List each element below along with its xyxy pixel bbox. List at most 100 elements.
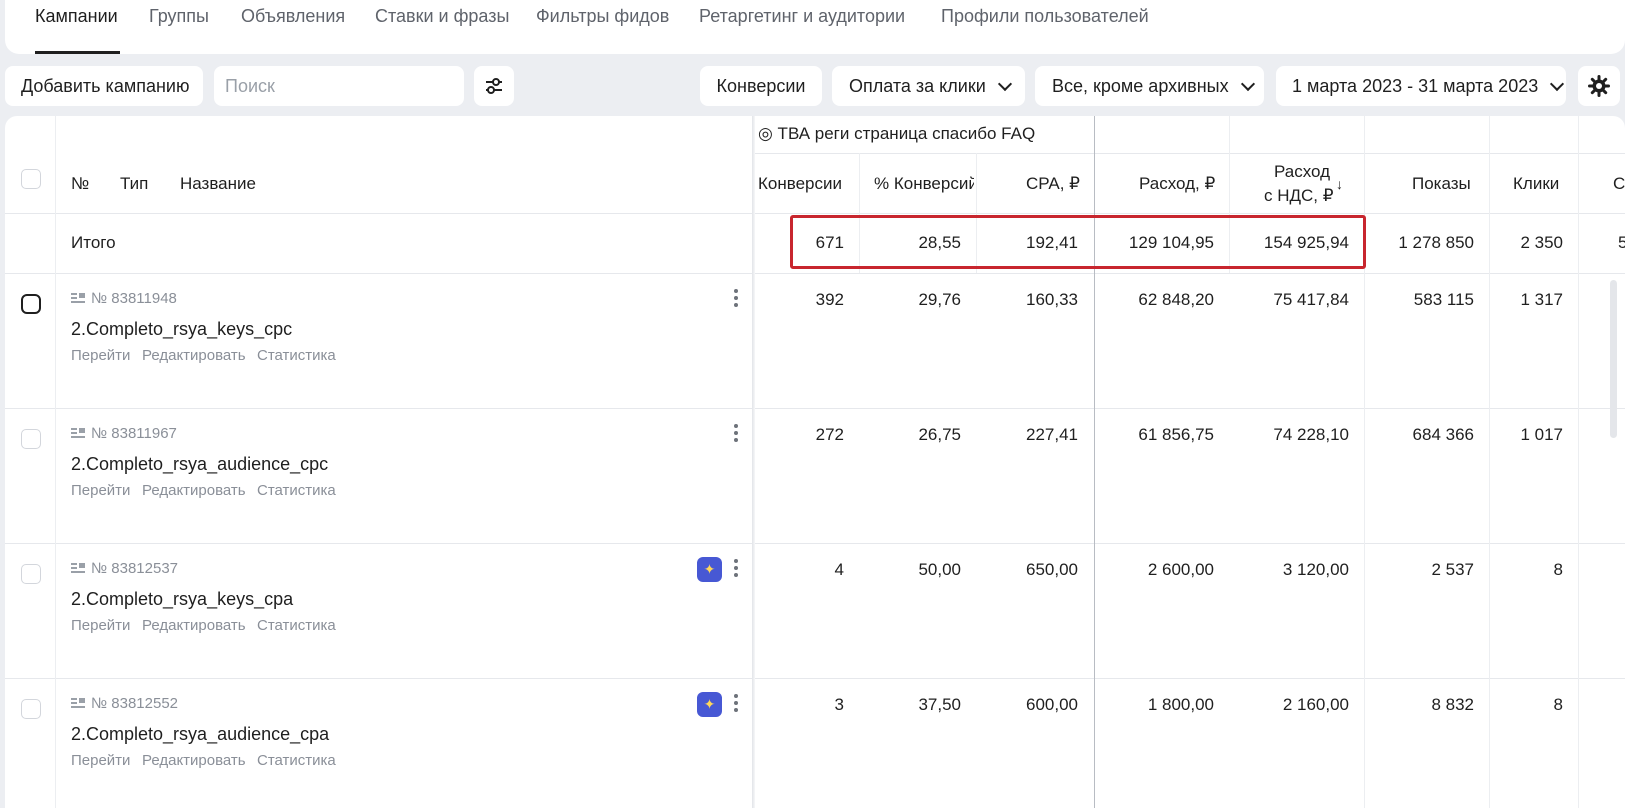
edit-link[interactable]: Редактировать: [142, 617, 246, 634]
statistics-link[interactable]: Статистика: [257, 482, 336, 499]
cell-spend-vat: 74 228,10: [1273, 425, 1349, 444]
campaign-name[interactable]: 2.Completo_rsya_keys_cpc: [71, 319, 292, 340]
campaign-id-text: № 83812552: [91, 695, 178, 712]
statistics-link[interactable]: Статистика: [257, 752, 336, 769]
col-no-header[interactable]: №: [71, 174, 89, 194]
chevron-down-icon: [1240, 76, 1255, 91]
go-link[interactable]: Перейти: [71, 617, 130, 634]
go-link[interactable]: Перейти: [71, 482, 130, 499]
row-checkbox[interactable]: [21, 429, 41, 449]
total-partial: 5: [1618, 233, 1625, 252]
conversions-label: Конверсии: [716, 75, 806, 96]
cell-spend-vat: 75 417,84: [1273, 290, 1349, 309]
campaign-id: № 83812552: [71, 695, 178, 712]
tab-campaigns[interactable]: Кампании: [35, 6, 118, 27]
total-label: Итого: [71, 233, 116, 252]
cell-clicks: 1 017: [1520, 425, 1563, 444]
tab-user-profiles[interactable]: Профили пользователей: [941, 6, 1149, 27]
filter-button[interactable]: [474, 66, 514, 106]
row-checkbox[interactable]: [21, 699, 41, 719]
tab-ads[interactable]: Объявления: [241, 6, 345, 27]
cell-clicks: 1 317: [1520, 290, 1563, 309]
tab-bids-phrases[interactable]: Ставки и фразы: [375, 6, 509, 27]
frozen-column-divider: [752, 116, 755, 808]
edit-link[interactable]: Редактировать: [142, 347, 246, 364]
cell-conversions: 392: [815, 290, 844, 309]
payment-type-select[interactable]: Оплата за клики: [832, 66, 1025, 106]
statistics-link[interactable]: Статистика: [257, 617, 336, 634]
add-campaign-button[interactable]: Добавить кампанию: [5, 66, 203, 106]
col-type-header[interactable]: Тип: [120, 174, 148, 194]
cell-cpa: 160,33: [1026, 290, 1078, 309]
sparkles-icon[interactable]: ✦: [697, 557, 722, 582]
row-checkbox[interactable]: [21, 294, 41, 314]
sparkles-icon[interactable]: ✦: [697, 692, 722, 717]
tab-feed-filters[interactable]: Фильтры фидов: [536, 6, 669, 27]
payment-type-label: Оплата за клики: [849, 75, 986, 96]
search-input[interactable]: Поиск: [214, 66, 464, 106]
edit-link[interactable]: Редактировать: [142, 482, 246, 499]
cell-clicks: 8: [1553, 695, 1563, 714]
col-conversions-header[interactable]: Конверсии: [758, 174, 842, 194]
cell-impressions: 684 366: [1412, 425, 1474, 444]
status-select[interactable]: Все, кроме архивных: [1035, 66, 1264, 106]
cell-spend: 2 600,00: [1147, 560, 1214, 579]
gear-icon: [1588, 75, 1610, 97]
totals-highlight-box: [790, 215, 1366, 269]
date-range-label: 1 марта 2023 - 31 марта 2023: [1292, 75, 1539, 96]
tab-retargeting[interactable]: Ретаргетинг и аудитории: [699, 6, 905, 27]
tab-groups[interactable]: Группы: [149, 6, 209, 27]
col-spend-header[interactable]: Расход, ₽: [1139, 174, 1215, 194]
campaign-id-text: № 83811948: [91, 290, 177, 307]
settings-button[interactable]: [1578, 66, 1620, 106]
campaign-name[interactable]: 2.Completo_rsya_audience_cpc: [71, 454, 328, 475]
more-vertical-icon[interactable]: [734, 694, 738, 715]
edit-link[interactable]: Редактировать: [142, 752, 246, 769]
text-campaign-icon: [71, 563, 85, 574]
text-campaign-icon: [71, 293, 85, 304]
cell-spend: 61 856,75: [1138, 425, 1214, 444]
cell-impressions: 2 537: [1431, 560, 1474, 579]
campaign-id: № 83811967: [71, 425, 177, 442]
cell-conv-pct: 29,76: [918, 290, 961, 309]
campaign-id-text: № 83811967: [91, 425, 177, 442]
date-range-select[interactable]: 1 марта 2023 - 31 марта 2023: [1276, 66, 1566, 106]
status-label: Все, кроме архивных: [1052, 75, 1229, 96]
select-all-checkbox[interactable]: [21, 169, 41, 189]
go-link[interactable]: Перейти: [71, 347, 130, 364]
col-impressions-header[interactable]: Показы: [1412, 174, 1471, 194]
chevron-down-icon: [997, 76, 1012, 91]
go-link[interactable]: Перейти: [71, 752, 130, 769]
campaign-name[interactable]: 2.Completo_rsya_keys_cpa: [71, 589, 293, 610]
vertical-scrollbar[interactable]: [1610, 280, 1617, 438]
sort-desc-icon: ↓: [1336, 176, 1343, 192]
nav-tabs: Кампании Группы Объявления Ставки и фраз…: [5, 0, 1625, 54]
cell-conversions: 4: [834, 560, 844, 579]
cell-cpa: 227,41: [1026, 425, 1078, 444]
active-tab-indicator: [35, 51, 120, 54]
campaign-name[interactable]: 2.Completo_rsya_audience_cpa: [71, 724, 329, 745]
total-clicks: 2 350: [1520, 233, 1563, 252]
conversions-button[interactable]: Конверсии: [700, 66, 822, 106]
more-vertical-icon[interactable]: [734, 424, 738, 445]
cell-spend-vat: 3 120,00: [1282, 560, 1349, 579]
col-spend-vat-header-line2[interactable]: с НДС, ₽: [1264, 186, 1334, 206]
col-name-header[interactable]: Название: [180, 174, 256, 194]
more-vertical-icon[interactable]: [734, 559, 738, 580]
statistics-link[interactable]: Статистика: [257, 347, 336, 364]
cell-conv-pct: 26,75: [918, 425, 961, 444]
chevron-down-icon: [1550, 76, 1565, 91]
cell-conversions: 272: [815, 425, 844, 444]
more-vertical-icon[interactable]: [734, 289, 738, 310]
cell-spend: 62 848,20: [1138, 290, 1214, 309]
col-clicks-header[interactable]: Клики: [1513, 174, 1559, 194]
text-campaign-icon: [71, 428, 85, 439]
row-checkbox[interactable]: [21, 564, 41, 584]
cell-conversions: 3: [834, 695, 844, 714]
cell-conv-pct: 50,00: [918, 560, 961, 579]
search-placeholder: Поиск: [225, 75, 275, 96]
col-spend-vat-header-line1[interactable]: Расход: [1274, 162, 1330, 182]
col-cpa-header[interactable]: CPA, ₽: [1026, 174, 1080, 194]
col-partial-header[interactable]: С: [1613, 174, 1625, 194]
col-conv-pct-header[interactable]: % Конверсий: [874, 174, 974, 194]
